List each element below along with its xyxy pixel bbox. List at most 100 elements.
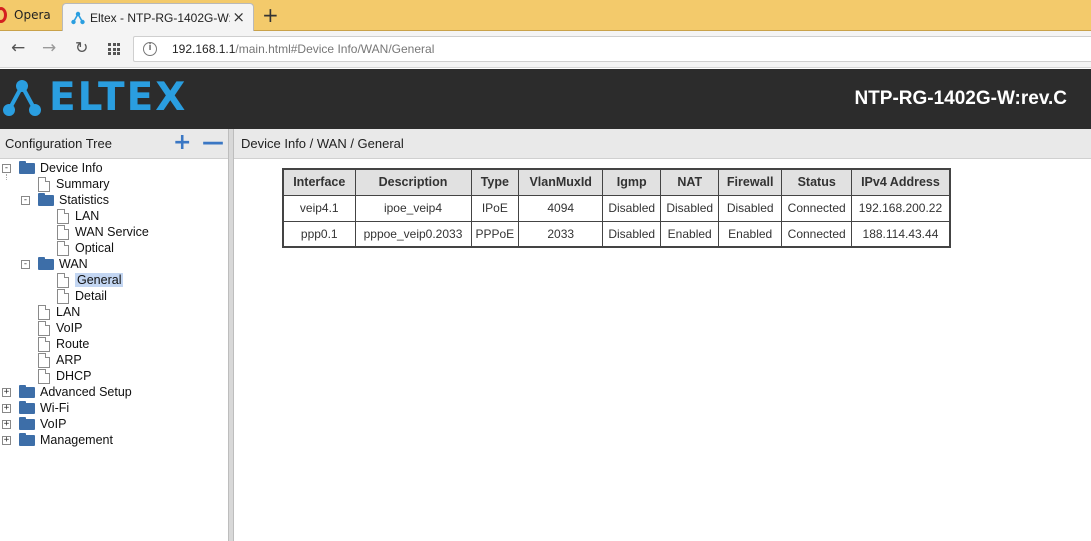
cell-interface: ppp0.1 <box>282 220 356 248</box>
tree-node-label: ARP <box>56 353 82 367</box>
cell-igmp: Disabled <box>602 220 662 248</box>
tree-node-management[interactable]: + Management <box>2 432 113 448</box>
tab-close-icon[interactable]: × <box>232 8 245 26</box>
column-header-vlanmuxid: VlanMuxId <box>518 168 604 196</box>
opera-label: Opera <box>14 8 51 22</box>
tree-node-advanced-setup[interactable]: + Advanced Setup <box>2 384 132 400</box>
address-bar[interactable]: i 192.168.1.1/main.html#Device Info/WAN/… <box>133 36 1091 62</box>
browser-tab-strip: Opera Eltex - NTP-RG-1402G-W:rev.C × + <box>0 0 1091 31</box>
content-pane: Device Info / WAN / General Interface De… <box>234 129 1091 541</box>
url-path: /main.html#Device Info/WAN/General <box>235 42 435 56</box>
tree-node-optical[interactable]: Optical <box>57 240 114 256</box>
page-icon <box>38 320 50 336</box>
tree-node-label: VoIP <box>40 417 67 431</box>
expand-toggle-icon[interactable]: + <box>2 387 11 397</box>
cell-type: PPPoE <box>470 220 520 248</box>
eltex-logo: ELTEX <box>3 78 187 118</box>
expand-toggle-icon[interactable]: + <box>2 435 11 445</box>
folder-icon <box>19 400 35 414</box>
tree-node-route[interactable]: Route <box>38 336 89 352</box>
column-header-ipv4-address: IPv4 Address <box>851 168 951 196</box>
expand-toggle-icon[interactable]: + <box>2 419 11 429</box>
device-model: NTP-RG-1402G-W:rev.C <box>854 88 1067 109</box>
page-icon <box>57 272 69 288</box>
tree-node-voip-info[interactable]: VoIP <box>38 320 82 336</box>
wan-info-table: Interface Description Type VlanMuxId Igm… <box>282 168 951 248</box>
cell-firewall: Disabled <box>718 194 783 222</box>
tree-node-detail[interactable]: Detail <box>57 288 107 304</box>
new-tab-button[interactable]: + <box>262 4 279 26</box>
folder-icon <box>19 384 35 398</box>
tree-node-arp[interactable]: ARP <box>38 352 82 368</box>
tree-node-wan[interactable]: - WAN <box>21 256 88 272</box>
tree-node-label: Wi-Fi <box>40 401 70 415</box>
tree-node-wan-service[interactable]: WAN Service <box>57 224 149 240</box>
cell-nat: Disabled <box>660 194 720 222</box>
speed-dial-grid-icon[interactable] <box>108 43 120 55</box>
site-info-icon[interactable]: i <box>143 42 157 56</box>
folder-icon <box>19 432 35 446</box>
back-arrow-icon[interactable]: ← <box>11 39 25 57</box>
cell-firewall: Enabled <box>718 220 783 248</box>
cell-status: Connected <box>781 194 853 222</box>
browser-tab-active[interactable]: Eltex - NTP-RG-1402G-W:rev.C × <box>62 3 254 31</box>
tree-title: Configuration Tree <box>5 136 112 151</box>
folder-open-icon <box>38 192 54 206</box>
tree-node-label: Optical <box>75 241 114 255</box>
browser-toolbar: ← → ↻ i 192.168.1.1/main.html#Device Inf… <box>0 31 1091 68</box>
page-icon <box>38 304 50 320</box>
cell-vlanmuxid: 2033 <box>518 220 604 248</box>
collapse-toggle-icon[interactable]: - <box>21 195 30 205</box>
tree-node-label-selected: General <box>75 273 124 287</box>
tree-node-voip[interactable]: + VoIP <box>2 416 66 432</box>
tree-node-label: Route <box>56 337 90 351</box>
collapse-all-icon[interactable]: — <box>202 132 224 154</box>
tree-node-label: LAN <box>56 305 81 319</box>
collapse-toggle-icon[interactable]: - <box>2 163 11 173</box>
logo-wordmark: ELTEX <box>49 75 188 120</box>
table-row: ppp0.1 pppoe_veip0.2033 PPPoE 2033 Disab… <box>282 220 951 248</box>
page-icon <box>38 176 50 192</box>
tree-node-label: WAN <box>59 257 88 271</box>
page-icon <box>38 336 50 352</box>
column-header-type: Type <box>470 168 520 196</box>
tree-node-general[interactable]: General <box>57 272 124 288</box>
tree-node-statistics[interactable]: - Statistics <box>21 192 109 208</box>
table-row: veip4.1 ipoe_veip4 IPoE 4094 Disabled Di… <box>282 194 951 222</box>
expand-all-icon[interactable]: + <box>173 132 191 154</box>
page-icon <box>57 240 69 256</box>
cell-ipv4-address: 188.114.43.44 <box>851 220 951 248</box>
tree-node-stats-lan[interactable]: LAN <box>57 208 99 224</box>
cell-type: IPoE <box>470 194 520 222</box>
cell-description: ipoe_veip4 <box>354 194 472 222</box>
tree-node-dhcp[interactable]: DHCP <box>38 368 91 384</box>
cell-ipv4-address: 192.168.200.22 <box>851 194 951 222</box>
expand-toggle-icon[interactable]: + <box>2 403 11 413</box>
folder-icon <box>19 416 35 430</box>
app-header: ELTEX NTP-RG-1402G-W:rev.C <box>0 69 1091 129</box>
cell-nat: Enabled <box>660 220 720 248</box>
forward-arrow-icon[interactable]: → <box>42 39 56 57</box>
eltex-logo-icon <box>3 80 41 116</box>
tree-node-label: Management <box>40 433 113 447</box>
reload-icon[interactable]: ↻ <box>75 39 88 57</box>
tree-node-lan[interactable]: LAN <box>38 304 80 320</box>
eltex-favicon-icon <box>71 11 85 24</box>
column-header-nat: NAT <box>660 168 720 196</box>
cell-interface: veip4.1 <box>282 194 356 222</box>
tree-header: Configuration Tree + — <box>0 129 228 159</box>
tree-node-summary[interactable]: Summary <box>38 176 109 192</box>
tree-node-device-info[interactable]: - Device Info <box>2 160 103 176</box>
page-icon <box>57 224 69 240</box>
collapse-toggle-icon[interactable]: - <box>21 259 30 269</box>
opera-menu-button[interactable]: Opera <box>0 2 58 28</box>
page-icon <box>38 368 50 384</box>
tree-node-wifi[interactable]: + Wi-Fi <box>2 400 69 416</box>
cell-status: Connected <box>781 220 853 248</box>
folder-open-icon <box>38 256 54 270</box>
column-header-description: Description <box>354 168 472 196</box>
table-header-row: Interface Description Type VlanMuxId Igm… <box>282 168 951 196</box>
tree-node-label: Device Info <box>40 161 103 175</box>
tab-title: Eltex - NTP-RG-1402G-W:rev.C <box>90 10 230 25</box>
column-header-igmp: Igmp <box>602 168 662 196</box>
